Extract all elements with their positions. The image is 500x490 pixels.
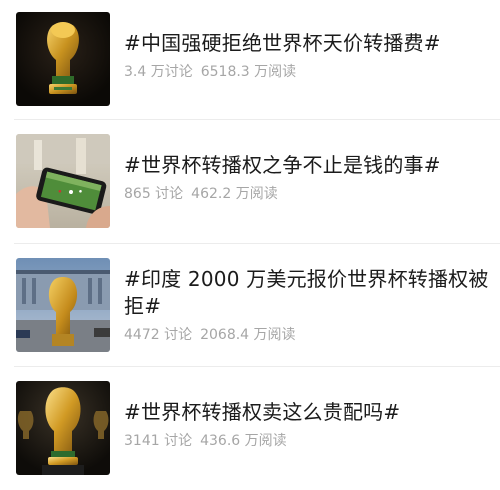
topic-text: #世界杯转播权卖这么贵配吗# 3141 讨论 436.6 万阅读 <box>124 399 490 450</box>
divider <box>14 243 500 244</box>
discussion-count: 865 讨论 <box>124 186 184 202</box>
topic-item[interactable]: #世界杯转播权之争不止是钱的事# 865 讨论 462.2 万阅读 <box>0 122 500 240</box>
discussion-count: 4472 讨论 <box>124 327 193 343</box>
topic-text: #世界杯转播权之争不止是钱的事# 865 讨论 462.2 万阅读 <box>124 152 490 203</box>
topic-title[interactable]: #中国强硬拒绝世界杯天价转播费# <box>124 30 490 57</box>
topic-item[interactable]: #中国强硬拒绝世界杯天价转播费# 3.4 万讨论 6518.3 万阅读 <box>0 0 500 118</box>
topic-meta: 865 讨论 462.2 万阅读 <box>124 185 490 203</box>
divider <box>14 119 500 120</box>
topic-text: #印度 2000 万美元报价世界杯转播权被拒# 4472 讨论 2068.4 万阅… <box>124 266 490 344</box>
trophy-display-case-icon[interactable] <box>16 381 110 475</box>
topic-item[interactable]: #世界杯转播权卖这么贵配吗# 3141 讨论 436.6 万阅读 <box>0 369 500 487</box>
topic-title[interactable]: #世界杯转播权卖这么贵配吗# <box>124 399 490 426</box>
read-count: 2068.4 万阅读 <box>200 327 296 343</box>
divider <box>14 366 500 367</box>
topic-title[interactable]: #世界杯转播权之争不止是钱的事# <box>124 152 490 179</box>
read-count: 462.2 万阅读 <box>191 186 278 202</box>
discussion-count: 3.4 万讨论 <box>124 64 193 80</box>
topic-item[interactable]: #印度 2000 万美元报价世界杯转播权被拒# 4472 讨论 2068.4 万阅… <box>0 246 500 364</box>
topic-meta: 3.4 万讨论 6518.3 万阅读 <box>124 63 490 81</box>
topic-meta: 4472 讨论 2068.4 万阅读 <box>124 326 490 344</box>
read-count: 436.6 万阅读 <box>200 433 287 449</box>
phone-streaming-soccer-icon[interactable] <box>16 134 110 228</box>
discussion-count: 3141 讨论 <box>124 433 193 449</box>
topic-title[interactable]: #印度 2000 万美元报价世界杯转播权被拒# <box>124 266 490 320</box>
topic-meta: 3141 讨论 436.6 万阅读 <box>124 432 490 450</box>
topic-list: #中国强硬拒绝世界杯天价转播费# 3.4 万讨论 6518.3 万阅读 #世界杯… <box>0 0 500 490</box>
trophy-statue-stadium-icon[interactable] <box>16 258 110 352</box>
world-cup-trophy-icon[interactable] <box>16 12 110 106</box>
read-count: 6518.3 万阅读 <box>200 64 297 80</box>
topic-text: #中国强硬拒绝世界杯天价转播费# 3.4 万讨论 6518.3 万阅读 <box>124 30 490 81</box>
